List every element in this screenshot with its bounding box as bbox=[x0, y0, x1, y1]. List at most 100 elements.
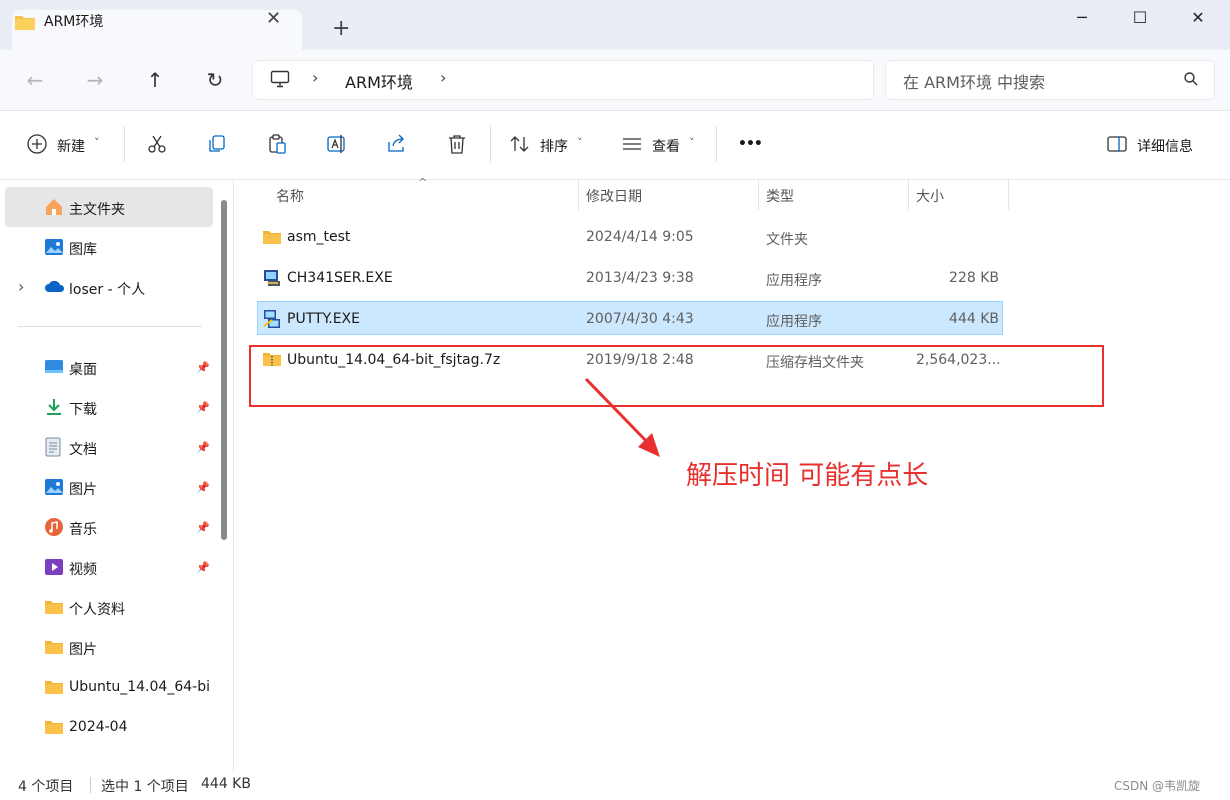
chevron-down-icon[interactable]: ˅ bbox=[94, 136, 100, 149]
sidebar-item-label: 主文件夹 bbox=[69, 202, 125, 218]
folder-icon bbox=[44, 719, 64, 739]
sort-ascending-icon: ^ bbox=[418, 176, 428, 189]
folder-icon bbox=[44, 599, 64, 619]
column-divider[interactable] bbox=[758, 180, 759, 210]
pin-icon[interactable]: 📌 bbox=[196, 481, 210, 494]
computer-icon bbox=[270, 70, 290, 92]
sidebar-item-desktop[interactable] bbox=[5, 347, 213, 387]
pin-icon[interactable]: 📌 bbox=[196, 441, 210, 454]
file-type: 文件夹 bbox=[766, 232, 808, 248]
column-header-size[interactable]: 大小 bbox=[916, 186, 944, 206]
back-button[interactable]: ← bbox=[20, 68, 50, 92]
sidebar-item-folder[interactable] bbox=[5, 627, 213, 667]
sidebar-item-pictures[interactable] bbox=[5, 467, 213, 507]
sort-icon[interactable] bbox=[509, 133, 533, 157]
sidebar-item-downloads[interactable] bbox=[5, 387, 213, 427]
more-options-button[interactable]: ••• bbox=[738, 136, 763, 152]
rename-icon[interactable] bbox=[326, 133, 350, 157]
annotation-text: 解压时间 可能有点长 bbox=[686, 461, 929, 491]
column-divider[interactable] bbox=[908, 180, 909, 210]
chevron-down-icon[interactable]: ˅ bbox=[689, 136, 695, 149]
sidebar-item-label: 图片 bbox=[69, 482, 97, 498]
up-button[interactable]: ↑ bbox=[140, 68, 170, 92]
refresh-button[interactable]: ↻ bbox=[200, 68, 230, 92]
sidebar-scrollbar[interactable] bbox=[221, 200, 227, 540]
view-button[interactable]: 查看 bbox=[652, 136, 680, 156]
folder-icon bbox=[44, 679, 64, 699]
toolbar-divider bbox=[490, 126, 491, 162]
video-icon bbox=[44, 557, 64, 581]
sidebar-item-gallery[interactable] bbox=[5, 227, 213, 267]
exe-icon bbox=[262, 268, 282, 292]
column-header-modified[interactable]: 修改日期 bbox=[586, 186, 642, 206]
paste-icon[interactable] bbox=[266, 133, 290, 157]
file-name: PUTTY.EXE bbox=[287, 311, 360, 327]
column-header-name[interactable]: 名称 bbox=[276, 186, 304, 206]
file-modified: 2013/4/23 9:38 bbox=[586, 270, 694, 286]
forward-button[interactable]: → bbox=[80, 68, 110, 92]
chevron-down-icon[interactable]: ˅ bbox=[577, 136, 583, 149]
column-header-type[interactable]: 类型 bbox=[766, 186, 794, 206]
minimize-button[interactable]: ─ bbox=[1062, 8, 1102, 27]
gallery-icon bbox=[44, 237, 64, 261]
view-icon[interactable] bbox=[621, 133, 645, 157]
sidebar-item-label: 图片 bbox=[69, 642, 97, 658]
download-icon bbox=[44, 397, 64, 421]
pin-icon[interactable]: 📌 bbox=[196, 361, 210, 374]
maximize-button[interactable]: ☐ bbox=[1120, 8, 1160, 27]
sidebar-item-videos[interactable] bbox=[5, 547, 213, 587]
delete-icon[interactable] bbox=[446, 133, 470, 157]
file-size: 444 KB bbox=[949, 311, 999, 327]
folder-icon bbox=[14, 13, 36, 35]
onedrive-icon bbox=[44, 279, 66, 297]
home-icon bbox=[44, 197, 64, 221]
add-icon[interactable] bbox=[26, 133, 50, 157]
pin-icon[interactable]: 📌 bbox=[196, 401, 210, 414]
music-icon bbox=[44, 517, 64, 541]
sidebar-item-label: Ubuntu_14.04_64-bi bbox=[69, 679, 210, 695]
details-button[interactable]: 详细信息 bbox=[1137, 136, 1193, 156]
breadcrumb-separator[interactable]: › bbox=[312, 68, 318, 87]
pin-icon[interactable]: 📌 bbox=[196, 561, 210, 574]
sidebar-item-label: 文档 bbox=[69, 442, 97, 458]
sidebar-item-label: 2024-04 bbox=[69, 719, 128, 735]
details-pane-icon[interactable] bbox=[1106, 133, 1130, 157]
search-input[interactable]: 在 ARM环境 中搜索 bbox=[903, 69, 1045, 93]
annotation-arrow-icon bbox=[584, 377, 660, 457]
desktop-icon bbox=[44, 358, 64, 380]
annotation-highlight-box bbox=[249, 345, 1104, 407]
tab-close-icon[interactable]: ✕ bbox=[266, 8, 281, 29]
sidebar-item-label: 下载 bbox=[69, 402, 97, 418]
breadcrumb-separator[interactable]: › bbox=[440, 68, 446, 87]
file-type: 应用程序 bbox=[766, 273, 822, 289]
file-modified: 2007/4/30 4:43 bbox=[586, 311, 694, 327]
command-bar bbox=[0, 111, 1230, 180]
sidebar-item-music[interactable] bbox=[5, 507, 213, 547]
putty-icon bbox=[262, 309, 282, 333]
column-divider[interactable] bbox=[578, 180, 579, 210]
file-modified: 2024/4/14 9:05 bbox=[586, 229, 694, 245]
breadcrumb-folder[interactable]: ARM环境 bbox=[345, 69, 413, 93]
sidebar-item-label: 个人资料 bbox=[69, 602, 125, 618]
new-tab-button[interactable]: + bbox=[332, 18, 350, 40]
selection-count: 选中 1 个项目 bbox=[101, 779, 189, 795]
column-divider[interactable] bbox=[1008, 180, 1009, 210]
sidebar-item-documents[interactable] bbox=[5, 427, 213, 467]
sidebar-item-label: 音乐 bbox=[69, 522, 97, 538]
document-icon bbox=[44, 437, 62, 461]
sort-button[interactable]: 排序 bbox=[540, 136, 568, 156]
pin-icon[interactable]: 📌 bbox=[196, 521, 210, 534]
item-count: 4 个项目 bbox=[18, 779, 74, 795]
pane-divider bbox=[233, 180, 234, 772]
file-type: 应用程序 bbox=[766, 314, 822, 330]
search-icon[interactable] bbox=[1183, 71, 1199, 91]
toolbar-divider bbox=[124, 126, 125, 162]
sidebar-item-label: 图库 bbox=[69, 242, 97, 258]
watermark: CSDN @韦凯旋 bbox=[1114, 779, 1201, 793]
cut-icon[interactable] bbox=[146, 133, 170, 157]
new-button[interactable]: 新建 bbox=[57, 136, 85, 156]
share-icon[interactable] bbox=[386, 133, 410, 157]
file-name: CH341SER.EXE bbox=[287, 270, 393, 286]
close-button[interactable]: ✕ bbox=[1178, 8, 1218, 27]
copy-icon[interactable] bbox=[206, 133, 230, 157]
